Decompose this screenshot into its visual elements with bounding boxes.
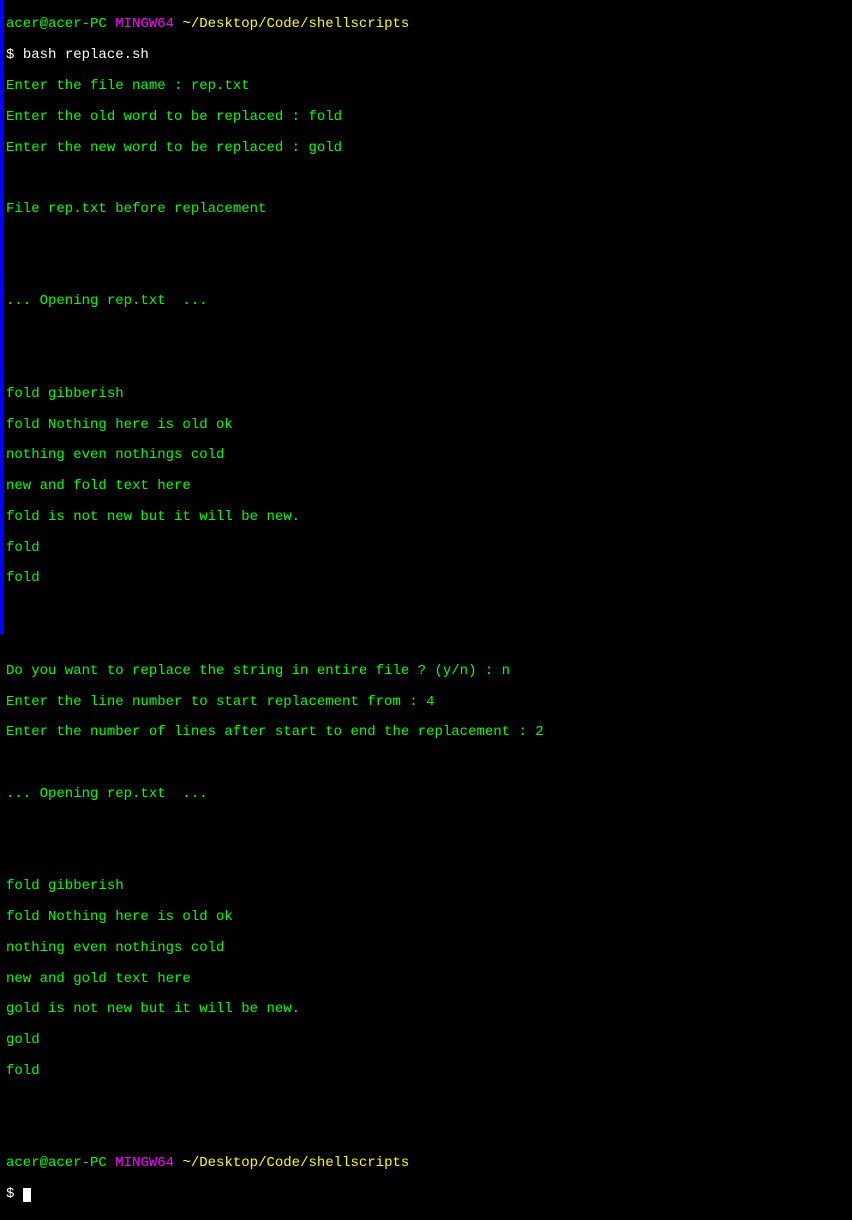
output-line: new and gold text here bbox=[6, 972, 850, 987]
blank-line bbox=[6, 848, 850, 863]
env: MINGW64 bbox=[115, 16, 174, 32]
output-line: ... Opening rep.txt ... bbox=[6, 294, 850, 309]
output-line: Enter the number of lines after start to… bbox=[6, 725, 850, 740]
dollar: $ bbox=[6, 1186, 14, 1202]
user-host: acer@acer-PC bbox=[6, 16, 107, 32]
blank-line bbox=[6, 233, 850, 248]
blank-line bbox=[6, 602, 850, 617]
command: bash replace.sh bbox=[23, 47, 149, 63]
output-line: gold is not new but it will be new. bbox=[6, 1002, 850, 1017]
blank-line bbox=[6, 325, 850, 340]
blank-line bbox=[6, 818, 850, 833]
output-line: gold bbox=[6, 1033, 850, 1048]
output-line: fold gibberish bbox=[6, 387, 850, 402]
output-line: fold bbox=[6, 541, 850, 556]
output-line: fold Nothing here is old ok bbox=[6, 910, 850, 925]
blank-line bbox=[6, 1126, 850, 1141]
output-line: new and fold text here bbox=[6, 479, 850, 494]
output-line: Enter the old word to be replaced : fold bbox=[6, 110, 850, 125]
path: ~/Desktop/Code/shellscripts bbox=[182, 16, 409, 32]
user-host: acer@acer-PC bbox=[6, 1155, 107, 1171]
output-line: nothing even nothings cold bbox=[6, 448, 850, 463]
output-line: fold Nothing here is old ok bbox=[6, 418, 850, 433]
cursor bbox=[23, 1188, 31, 1202]
dollar: $ bbox=[6, 47, 14, 63]
output-line: File rep.txt before replacement bbox=[6, 202, 850, 217]
prompt-line-2: acer@acer-PC MINGW64 ~/Desktop/Code/shel… bbox=[6, 1156, 850, 1171]
output-line: fold bbox=[6, 571, 850, 586]
output-line: Enter the line number to start replaceme… bbox=[6, 695, 850, 710]
env: MINGW64 bbox=[115, 1155, 174, 1171]
output-line: Do you want to replace the string in ent… bbox=[6, 664, 850, 679]
blank-line bbox=[6, 171, 850, 186]
output-line: fold is not new but it will be new. bbox=[6, 510, 850, 525]
blank-line bbox=[6, 264, 850, 279]
output-line: Enter the file name : rep.txt bbox=[6, 79, 850, 94]
blank-line bbox=[6, 633, 850, 648]
blank-line bbox=[6, 1095, 850, 1110]
output-line: fold bbox=[6, 1064, 850, 1079]
output-line: nothing even nothings cold bbox=[6, 941, 850, 956]
output-line: ... Opening rep.txt ... bbox=[6, 787, 850, 802]
command-line-2[interactable]: $ bbox=[6, 1187, 850, 1202]
output-line: Enter the new word to be replaced : gold bbox=[6, 141, 850, 156]
blank-line bbox=[6, 756, 850, 771]
path: ~/Desktop/Code/shellscripts bbox=[182, 1155, 409, 1171]
blank-line bbox=[6, 356, 850, 371]
prompt-line-1: acer@acer-PC MINGW64 ~/Desktop/Code/shel… bbox=[6, 17, 850, 32]
terminal[interactable]: acer@acer-PC MINGW64 ~/Desktop/Code/shel… bbox=[4, 0, 852, 1220]
output-line: fold gibberish bbox=[6, 879, 850, 894]
command-line-1: $ bash replace.sh bbox=[6, 48, 850, 63]
